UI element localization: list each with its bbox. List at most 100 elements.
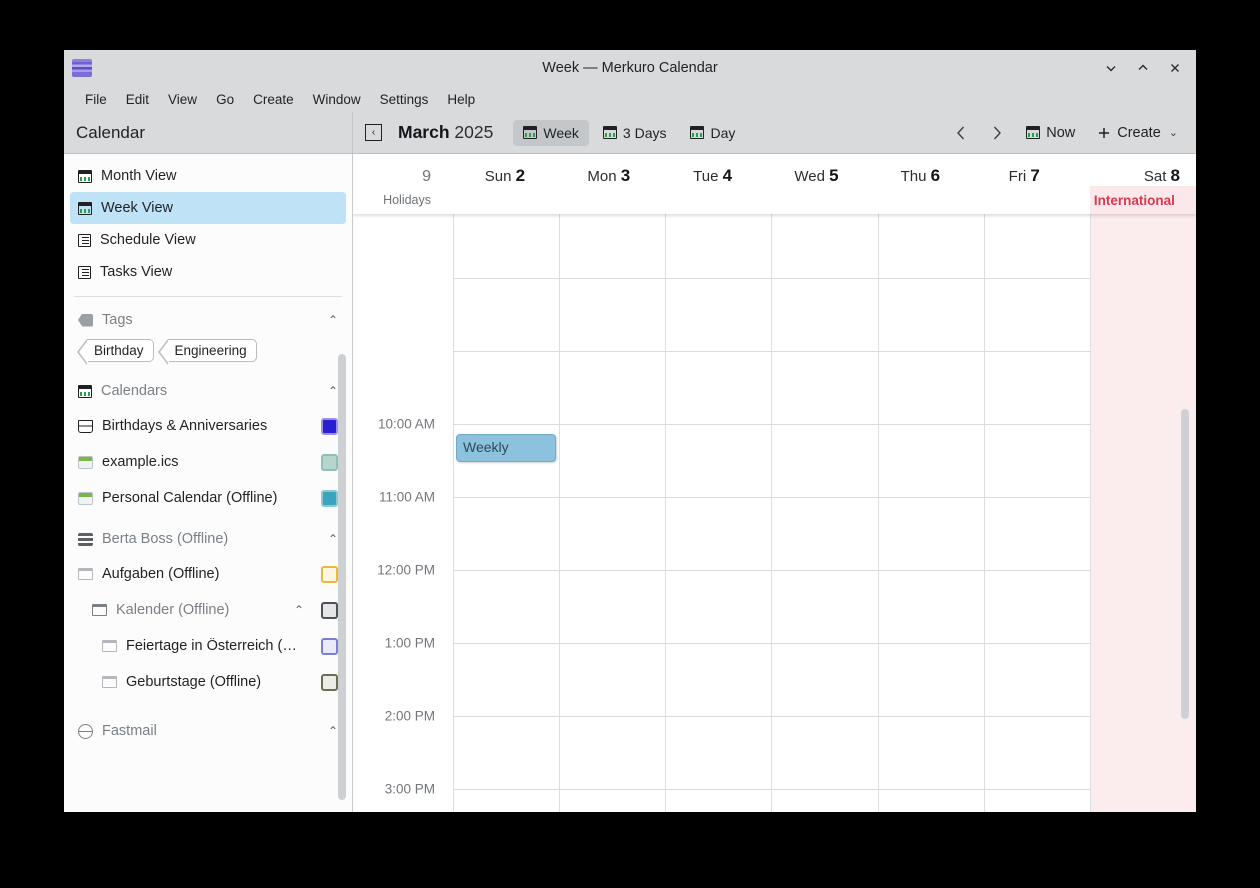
calendar-row[interactable]: example.ics	[64, 444, 352, 480]
toolbar-left: Calendar	[64, 112, 353, 153]
berta-calendar-row[interactable]: Aufgaben (Offline)	[64, 556, 352, 592]
menu-item-go[interactable]: Go	[207, 89, 243, 110]
calendar-color-swatch[interactable]	[321, 673, 338, 691]
sidebar-item-week-view[interactable]: Week View	[70, 192, 346, 224]
create-button[interactable]: Create ⌄	[1089, 120, 1186, 146]
calendar-header: 9 Sun 2 Mon 3 Tue 4 Wed 5 Thu 6 Fri 7 Sat 8 Hol…	[353, 154, 1196, 214]
day-header-mon[interactable]: Mon 3	[557, 166, 661, 186]
holiday-cell[interactable]: International	[1089, 186, 1196, 214]
berta-boss-section-header[interactable]: Berta Boss (Offline) ⌃	[64, 522, 352, 556]
berta-calendar-row[interactable]: Feiertage in Österreich (…	[64, 628, 352, 664]
day-header-sun[interactable]: Sun 2	[453, 166, 557, 186]
calendar-color-swatch[interactable]	[321, 453, 338, 471]
sidebar-item-tasks-view[interactable]: Tasks View	[70, 256, 346, 288]
day-header-sat[interactable]: Sat 8	[1076, 166, 1196, 186]
view-switcher: Week 3 Days Day	[513, 119, 745, 146]
berta-calendar-row[interactable]: Kalender (Offline) ⌃	[64, 592, 352, 628]
calendar-grid-scroll[interactable]: 10:00 AM 11:00 AM 12:00 PM 1:00 PM 2:00 PM 3:…	[353, 214, 1196, 812]
day-header-thu[interactable]: Thu 6	[868, 166, 972, 186]
chevron-up-icon[interactable]: ⌃	[328, 384, 338, 398]
calendar-color-swatch[interactable]	[321, 637, 338, 655]
chevron-down-icon[interactable]: ⌄	[1169, 126, 1178, 139]
berta-calendar-row[interactable]: Geburtstage (Offline)	[64, 664, 352, 700]
menu-item-create[interactable]: Create	[244, 89, 303, 110]
time-label: 10:00 AM	[377, 416, 435, 432]
fastmail-section-header[interactable]: Fastmail ⌃	[64, 714, 352, 748]
holiday-cell[interactable]	[878, 186, 984, 214]
calendars-section-header[interactable]: Calendars ⌃	[64, 374, 352, 408]
year-number: 2025	[454, 122, 494, 142]
chevron-up-icon[interactable]: ⌃	[328, 532, 338, 546]
day-column-sun[interactable]	[453, 214, 559, 812]
calendar-icon	[78, 169, 92, 183]
view-button-week[interactable]: Week	[513, 119, 589, 146]
sidebar-item-schedule-view[interactable]: Schedule View	[70, 224, 346, 256]
view-button-label: 3 Days	[622, 124, 667, 141]
now-button[interactable]: Now	[1018, 120, 1083, 146]
day-column-wed[interactable]	[771, 214, 877, 812]
calendar-row[interactable]: Birthdays & Anniversaries	[64, 408, 352, 444]
menu-item-window[interactable]: Window	[304, 89, 370, 110]
previous-week-button[interactable]	[946, 119, 976, 147]
berta-boss-title: Berta Boss (Offline)	[102, 531, 229, 547]
menu-item-file[interactable]: File	[76, 89, 116, 110]
holiday-cell[interactable]	[559, 186, 665, 214]
chevron-up-icon[interactable]: ⌃	[294, 603, 304, 617]
window-title: Week — Merkuro Calendar	[542, 60, 718, 76]
calendar-color-swatch[interactable]	[321, 417, 338, 435]
holidays-label: Holidays	[383, 193, 431, 207]
ics-file-icon	[78, 455, 93, 469]
calendar-color-swatch[interactable]	[321, 601, 338, 619]
sidebar-scrollbar-thumb[interactable]	[338, 354, 346, 800]
day-column-thu[interactable]	[877, 214, 984, 812]
view-button-day[interactable]: Day	[680, 120, 745, 146]
tags-section-header[interactable]: Tags ⌃	[64, 303, 352, 337]
day-header-wed[interactable]: Wed 5	[765, 166, 869, 186]
calendar-row[interactable]: Personal Calendar (Offline)	[64, 480, 352, 516]
view-button-3-days[interactable]: 3 Days	[593, 120, 677, 146]
sidebar-scrollbar[interactable]	[338, 154, 349, 812]
sidebar-item-label: Tasks View	[100, 264, 173, 280]
day-column-tue[interactable]	[665, 214, 771, 812]
tag-chip-birthday[interactable]: Birthday	[77, 339, 154, 365]
calendar-scrollbar-thumb[interactable]	[1181, 409, 1189, 719]
holiday-cell[interactable]	[984, 186, 1090, 214]
chevron-up-icon[interactable]: ⌃	[328, 313, 338, 327]
menu-item-edit[interactable]: Edit	[117, 89, 158, 110]
tag-chip-engineering[interactable]: Engineering	[157, 339, 257, 365]
calendar-event[interactable]: Weekly	[456, 434, 557, 462]
next-week-button[interactable]	[982, 119, 1012, 147]
holiday-cell[interactable]	[665, 186, 771, 214]
collapse-sidebar-icon[interactable]: ‹	[365, 124, 382, 141]
minimize-icon[interactable]	[1096, 54, 1126, 82]
calendar-color-swatch[interactable]	[321, 565, 338, 583]
holiday-cell[interactable]	[453, 186, 559, 214]
folder-icon	[78, 568, 93, 580]
day-column-fri[interactable]	[983, 214, 1090, 812]
day-number: 3	[620, 166, 631, 185]
calendar-scrollbar[interactable]	[1181, 214, 1192, 812]
merkuro-calendar-icon	[72, 59, 92, 77]
close-icon[interactable]	[1160, 54, 1190, 82]
sidebar-nav: Month View Week View Schedule View Tasks Vi…	[64, 154, 352, 288]
menu-item-view[interactable]: View	[159, 89, 206, 110]
day-column-mon[interactable]	[559, 214, 665, 812]
menu-item-settings[interactable]: Settings	[371, 89, 438, 110]
day-header-fri[interactable]: Fri 7	[972, 166, 1076, 186]
globe-icon	[78, 723, 93, 739]
plus-icon	[1099, 127, 1110, 138]
holiday-cell[interactable]	[771, 186, 877, 214]
server-icon	[78, 532, 93, 546]
day-header-tue[interactable]: Tue 4	[661, 166, 765, 186]
time-label: 12:00 PM	[377, 562, 435, 578]
calendar-color-swatch[interactable]	[321, 489, 338, 507]
holidays-row: Holidays International	[353, 186, 1196, 214]
maximize-icon[interactable]	[1128, 54, 1158, 82]
birthday-calendar-icon	[78, 419, 93, 433]
chevron-up-icon[interactable]: ⌃	[328, 724, 338, 738]
day-number: 6	[930, 166, 941, 185]
day-name: Wed	[794, 168, 825, 185]
holiday-event[interactable]: International	[1089, 186, 1196, 214]
menu-item-help[interactable]: Help	[438, 89, 484, 110]
sidebar-item-month-view[interactable]: Month View	[70, 160, 346, 192]
